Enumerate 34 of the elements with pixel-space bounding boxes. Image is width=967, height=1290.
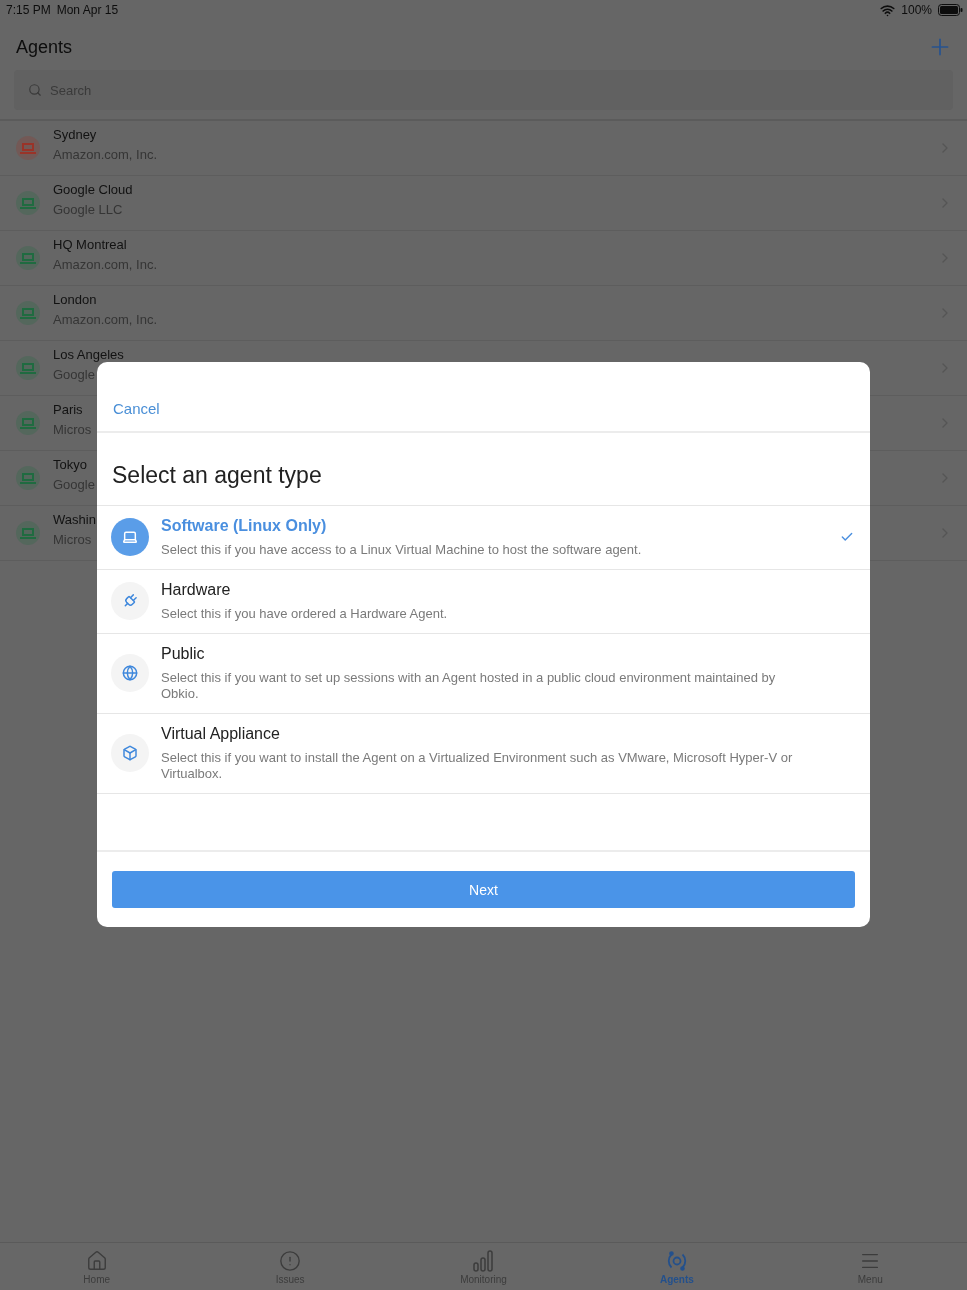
option-title: Hardware [161,580,231,600]
radar-icon [665,1250,688,1272]
agent-name[interactable]: Los Angeles [53,348,124,362]
agent-name[interactable]: HQ Montreal [53,238,127,252]
cancel-button[interactable]: Cancel [113,400,160,417]
wifi-icon [880,2,896,18]
page-title: Agents [16,36,73,58]
agent-name[interactable]: London [53,293,97,307]
option-title: Virtual Appliance [161,724,280,744]
agent-type-option[interactable]: Software (Linux Only) Select this if you have access to a Linux Virtual Machine to host the software agent. [97,506,870,570]
alert-icon [279,1250,302,1272]
option-title: Public [161,644,205,664]
search-icon [28,83,42,97]
bar-chart-icon [472,1250,495,1272]
option-description: Select this if you want to install the Agent on a Virtualized Environment such as VMware, Microsoft Hyper-V or Virtualbox. [161,750,794,782]
option-description: Select this if you want to set up sessions with an Agent hosted in a public cloud environment maintained by Obkio. [161,670,777,702]
agent-type-option[interactable]: Public Select this if you want to set up sessions with an Agent hosted in a public cloud environment maintained by Obkio. [97,634,870,714]
agent-name[interactable]: Google Cloud [53,183,133,197]
agent-type-option[interactable]: Hardware Select this if you have ordered a Hardware Agent. [97,570,870,634]
option-description: Select this if you have access to a Linux Virtual Machine to host the software agent. [161,542,642,558]
status-date: Mon Apr 15 [56,3,119,17]
agent-name[interactable]: Washin [53,513,96,527]
home-icon [85,1250,108,1272]
agent-name[interactable]: Paris [53,403,83,417]
next-button[interactable]: Next [112,871,855,908]
agent-name[interactable]: Sydney [53,128,97,142]
option-description: Select this if you have ordered a Hardware Agent. [161,606,448,622]
agent-type-option[interactable]: Virtual Appliance Select this if you want to install the Agent on a Virtualized Environment such as VMware, Microsoft Hyper-V or Virtualbox. [97,714,870,794]
status-time: 7:15 PM [6,3,51,17]
battery-icon [938,4,963,16]
battery-percent: 100% [901,3,932,17]
option-title: Software (Linux Only) [161,516,327,536]
dialog-title: Select an agent type [97,433,870,506]
agent-name[interactable]: Tokyo [53,458,87,472]
